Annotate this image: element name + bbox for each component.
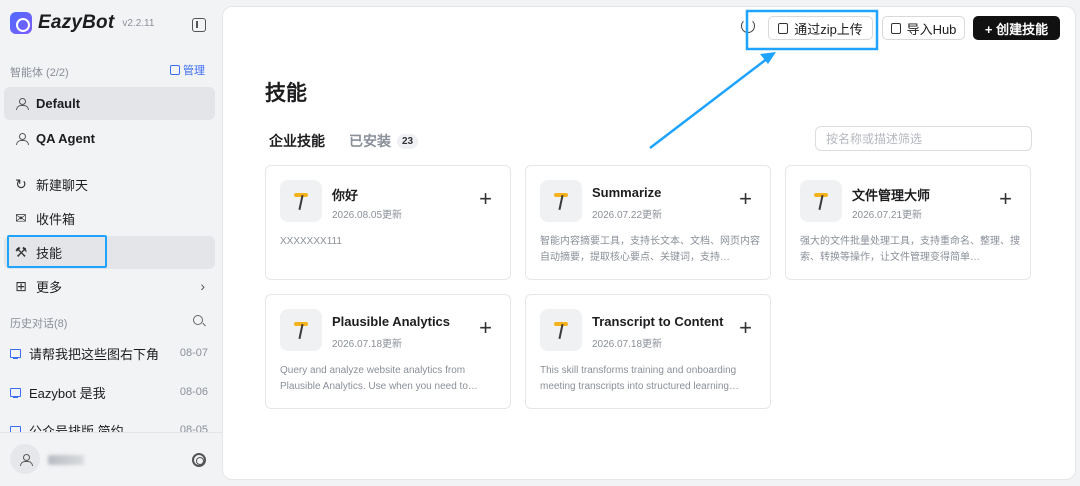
import-hub-button[interactable]: 导入Hub — [882, 16, 965, 40]
tab-installed[interactable]: 已安装 23 — [349, 131, 419, 151]
upload-file-icon — [778, 22, 789, 34]
eazybot-logo-icon — [10, 12, 32, 34]
history-date: 08-06 — [179, 386, 208, 398]
chevron-right-icon: › — [200, 278, 205, 294]
skill-description: Query and analyze website analytics from… — [280, 365, 478, 392]
skill-card[interactable]: 你好 2026.08.05更新 + XXXXXXX111 — [265, 165, 511, 280]
pickaxe-icon — [540, 180, 582, 222]
skill-title: Summarize — [592, 185, 662, 200]
user-icon — [19, 453, 33, 466]
skill-card[interactable]: Plausible Analytics 2026.07.18更新 + Query… — [265, 294, 511, 409]
skill-card[interactable]: Summarize 2026.07.22更新 + 智能内容摘要工具，支持长文本、… — [525, 165, 771, 280]
skill-title: Transcript to Content — [592, 314, 724, 329]
brand: EazyBot v2.2.11 — [10, 12, 154, 34]
refresh-icon[interactable] — [741, 19, 755, 33]
add-skill-icon[interactable]: + — [739, 317, 752, 339]
agent-item-default[interactable]: Default — [4, 87, 215, 120]
pickaxe-icon — [800, 180, 842, 222]
agent-item-qa-agent[interactable]: QA Agent — [4, 122, 215, 155]
nav-label: 新建聊天 — [36, 178, 89, 193]
skill-date: 2026.08.05更新 — [332, 210, 403, 221]
create-skill-button[interactable]: + 创建技能 — [973, 16, 1060, 40]
history-list: 请帮我把这些图右下角 08-07 Eazybot 是我 08-06 公众号排版 … — [0, 340, 222, 432]
search-icon[interactable] — [193, 315, 203, 325]
import-icon — [890, 22, 901, 34]
avatar[interactable] — [10, 444, 40, 474]
mail-icon: ✉ — [15, 210, 27, 226]
app-name: EazyBot — [38, 12, 115, 33]
skill-description: 智能内容摘要工具，支持长文本、文档、网页内容自动摘要，提取核心要点、关键词，支持… — [540, 236, 760, 263]
monitor-icon — [10, 348, 21, 359]
agents-section-label: 智能体 (2/2) — [10, 67, 69, 79]
add-skill-icon[interactable]: + — [999, 188, 1012, 210]
skill-date: 2026.07.22更新 — [592, 210, 663, 221]
grid-icon: ⊞ — [15, 278, 27, 294]
skill-date: 2026.07.18更新 — [332, 339, 403, 350]
user-bar — [0, 432, 222, 486]
skill-title: 你好 — [332, 188, 359, 203]
skill-card[interactable]: Transcript to Content 2026.07.18更新 + Thi… — [525, 294, 771, 409]
nav-new-chat[interactable]: ↻ 新建聊天 — [4, 168, 215, 201]
history-date: 08-07 — [179, 347, 208, 359]
manage-label: 管理 — [183, 65, 205, 77]
edit-icon — [170, 65, 180, 75]
skills-highlight-box — [7, 235, 107, 268]
agent-label: QA Agent — [36, 131, 95, 146]
add-skill-icon[interactable]: + — [479, 317, 492, 339]
skill-title: Plausible Analytics — [332, 314, 451, 329]
create-skill-label: + 创建技能 — [984, 21, 1049, 37]
user-icon — [15, 133, 29, 145]
history-title: 公众号排版 简约 — [29, 423, 124, 433]
pickaxe-icon — [280, 309, 322, 351]
agent-label: Default — [36, 96, 81, 111]
skill-date: 2026.07.18更新 — [592, 339, 663, 350]
history-section-label: 历史对话(8) — [10, 318, 68, 330]
page-title: 技能 — [265, 82, 307, 105]
skill-description: This skill transforms training and onboa… — [540, 365, 739, 392]
history-item[interactable]: 公众号排版 简约 08-05 — [10, 420, 210, 432]
history-title: Eazybot 是我 — [29, 385, 106, 401]
history-item[interactable]: Eazybot 是我 08-06 — [10, 382, 210, 402]
add-skill-icon[interactable]: + — [739, 188, 752, 210]
nav-more[interactable]: ⊞ 更多 › — [4, 270, 215, 303]
history-title: 请帮我把这些图右下角 — [29, 346, 160, 362]
app-version: v2.2.11 — [122, 17, 155, 29]
sidebar: EazyBot v2.2.11 智能体 (2/2) 管理 Default QA … — [0, 0, 222, 486]
nav-inbox[interactable]: ✉ 收件箱 — [4, 202, 215, 235]
user-icon — [15, 98, 29, 110]
tab-enterprise-skills[interactable]: 企业技能 — [269, 131, 325, 151]
history-item[interactable]: 请帮我把这些图右下角 08-07 — [10, 343, 210, 363]
collapse-sidebar-icon[interactable] — [192, 18, 206, 32]
manage-agents-link[interactable]: 管理 — [170, 62, 205, 78]
import-hub-label: 导入Hub — [906, 21, 957, 37]
nav-label: 收件箱 — [36, 212, 76, 227]
refresh-chat-icon: ↻ — [15, 176, 27, 192]
main-panel: 通过zip上传 导入Hub + 创建技能 技能 企业技能 已安装 23 你好 2… — [222, 6, 1076, 480]
filter-input[interactable] — [815, 126, 1032, 151]
zip-upload-button[interactable]: 通过zip上传 — [768, 16, 873, 40]
tab-label: 已安装 — [349, 133, 391, 149]
installed-count-badge: 23 — [397, 133, 419, 149]
pickaxe-icon — [280, 180, 322, 222]
skill-card[interactable]: 文件管理大师 2026.07.21更新 + 强大的文件批量处理工具，支持重命名、… — [785, 165, 1031, 280]
settings-icon[interactable] — [192, 453, 206, 467]
nav-label: 更多 — [36, 280, 63, 295]
pickaxe-icon — [540, 309, 582, 351]
username-redacted — [48, 455, 84, 465]
skill-title: 文件管理大师 — [852, 188, 931, 203]
skill-description: 强大的文件批量处理工具，支持重命名、整理、搜索、转换等操作，让文件管理变得简单… — [800, 236, 1020, 263]
zip-upload-label: 通过zip上传 — [794, 21, 863, 37]
monitor-icon — [10, 387, 21, 398]
skill-description: XXXXXXX111 — [280, 236, 342, 247]
add-skill-icon[interactable]: + — [479, 188, 492, 210]
history-date: 08-05 — [179, 424, 208, 432]
skill-date: 2026.07.21更新 — [852, 210, 923, 221]
